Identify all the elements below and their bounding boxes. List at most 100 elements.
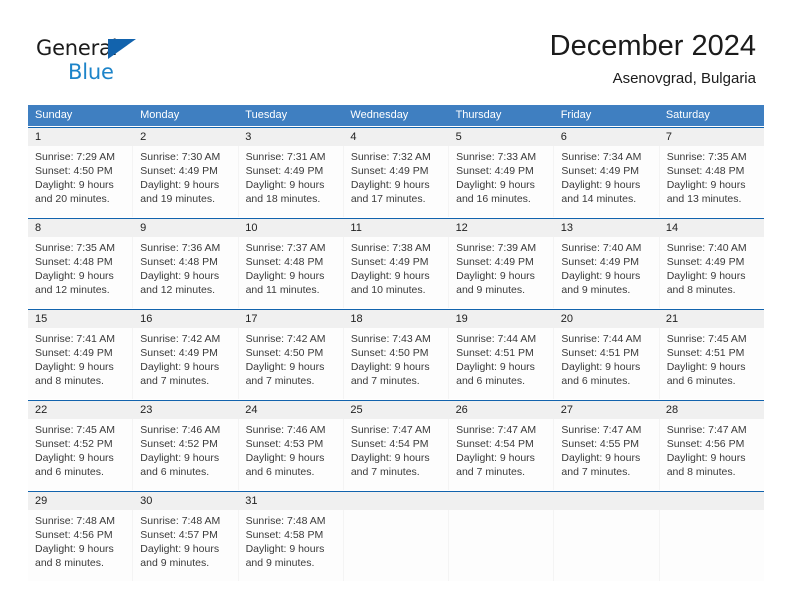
day-number[interactable]: 28 <box>659 401 764 419</box>
day-number[interactable]: 31 <box>238 492 343 510</box>
sunrise-text: Sunrise: 7:48 AM <box>245 515 326 527</box>
sunset-text: Sunset: 4:51 PM <box>561 347 640 359</box>
day-cell[interactable]: Sunrise: 7:30 AM Sunset: 4:49 PM Dayligh… <box>133 146 239 217</box>
day-cell[interactable]: Sunrise: 7:40 AM Sunset: 4:49 PM Dayligh… <box>660 237 764 308</box>
sunrise-text: Sunrise: 7:30 AM <box>140 151 221 163</box>
day-number[interactable]: 25 <box>343 401 448 419</box>
day-cell[interactable]: Sunrise: 7:35 AM Sunset: 4:48 PM Dayligh… <box>660 146 764 217</box>
day-cell[interactable]: Sunrise: 7:48 AM Sunset: 4:58 PM Dayligh… <box>239 510 344 581</box>
day-number[interactable]: 26 <box>449 401 554 419</box>
day-cell[interactable]: Sunrise: 7:46 AM Sunset: 4:53 PM Dayligh… <box>239 419 344 490</box>
day-cell-empty <box>554 510 660 581</box>
day-cell[interactable]: Sunrise: 7:32 AM Sunset: 4:49 PM Dayligh… <box>344 146 450 217</box>
day-cell[interactable]: Sunrise: 7:46 AM Sunset: 4:52 PM Dayligh… <box>133 419 239 490</box>
day-number[interactable]: 30 <box>133 492 238 510</box>
week-detail-strip: Sunrise: 7:41 AM Sunset: 4:49 PM Dayligh… <box>28 328 764 399</box>
day-cell[interactable]: Sunrise: 7:42 AM Sunset: 4:49 PM Dayligh… <box>133 328 239 399</box>
day-cell[interactable]: Sunrise: 7:38 AM Sunset: 4:49 PM Dayligh… <box>344 237 450 308</box>
day-cell[interactable]: Sunrise: 7:33 AM Sunset: 4:49 PM Dayligh… <box>449 146 555 217</box>
sunrise-text: Sunrise: 7:47 AM <box>666 424 747 436</box>
day-cell[interactable]: Sunrise: 7:44 AM Sunset: 4:51 PM Dayligh… <box>554 328 660 399</box>
day-number[interactable]: 2 <box>133 128 238 146</box>
day-cell[interactable]: Sunrise: 7:39 AM Sunset: 4:49 PM Dayligh… <box>449 237 555 308</box>
day-number[interactable]: 29 <box>28 492 133 510</box>
daylight-text-line1: Daylight: 9 hours <box>140 452 220 464</box>
day-cell[interactable]: Sunrise: 7:42 AM Sunset: 4:50 PM Dayligh… <box>239 328 344 399</box>
sunrise-text: Sunrise: 7:43 AM <box>350 333 431 345</box>
page-subtitle: Asenovgrad, Bulgaria <box>612 70 756 87</box>
day-number[interactable]: 17 <box>238 310 343 328</box>
day-cell[interactable]: Sunrise: 7:44 AM Sunset: 4:51 PM Dayligh… <box>449 328 555 399</box>
day-cell[interactable]: Sunrise: 7:31 AM Sunset: 4:49 PM Dayligh… <box>239 146 344 217</box>
day-number[interactable]: 9 <box>133 219 238 237</box>
day-number[interactable]: 24 <box>238 401 343 419</box>
day-number[interactable]: 14 <box>659 219 764 237</box>
day-number[interactable]: 4 <box>343 128 448 146</box>
day-number[interactable]: 6 <box>554 128 659 146</box>
week-row: 8 9 10 11 12 13 14 Sunrise: 7:35 AM Suns… <box>28 218 764 308</box>
day-number[interactable]: 23 <box>133 401 238 419</box>
day-cell[interactable]: Sunrise: 7:41 AM Sunset: 4:49 PM Dayligh… <box>28 328 134 399</box>
day-number[interactable]: 13 <box>554 219 659 237</box>
day-number[interactable]: 20 <box>554 310 659 328</box>
day-cell[interactable]: Sunrise: 7:34 AM Sunset: 4:49 PM Dayligh… <box>554 146 660 217</box>
daylight-text-line2: and 13 minutes. <box>666 193 742 205</box>
day-number[interactable]: 3 <box>238 128 343 146</box>
day-number[interactable]: 12 <box>449 219 554 237</box>
daylight-text-line2: and 6 minutes. <box>35 466 104 478</box>
day-cell[interactable]: Sunrise: 7:35 AM Sunset: 4:48 PM Dayligh… <box>28 237 134 308</box>
daylight-text-line2: and 9 minutes. <box>140 557 210 569</box>
day-number[interactable]: 5 <box>449 128 554 146</box>
sunrise-text: Sunrise: 7:33 AM <box>456 151 537 163</box>
sunrise-text: Sunrise: 7:44 AM <box>561 333 642 345</box>
day-number[interactable]: 27 <box>554 401 659 419</box>
daylight-text-line1: Daylight: 9 hours <box>35 543 114 555</box>
day-number[interactable]: 21 <box>659 310 764 328</box>
day-number[interactable]: 11 <box>343 219 448 237</box>
day-number[interactable]: 16 <box>133 310 238 328</box>
day-number[interactable]: 18 <box>343 310 448 328</box>
daylight-text-line1: Daylight: 9 hours <box>245 270 325 282</box>
daylight-text-line2: and 7 minutes. <box>456 466 526 478</box>
sunrise-text: Sunrise: 7:36 AM <box>140 242 221 254</box>
day-number[interactable]: 22 <box>28 401 133 419</box>
day-cell[interactable]: Sunrise: 7:29 AM Sunset: 4:50 PM Dayligh… <box>28 146 134 217</box>
day-cell[interactable]: Sunrise: 7:47 AM Sunset: 4:55 PM Dayligh… <box>554 419 660 490</box>
sunset-text: Sunset: 4:58 PM <box>245 529 324 541</box>
sunset-text: Sunset: 4:49 PM <box>140 347 218 359</box>
daylight-text-line2: and 6 minutes. <box>666 375 736 387</box>
daylight-text-line1: Daylight: 9 hours <box>456 452 535 464</box>
general-blue-logo[interactable]: General Blue <box>36 36 156 86</box>
day-cell[interactable]: Sunrise: 7:45 AM Sunset: 4:52 PM Dayligh… <box>28 419 134 490</box>
day-cell[interactable]: Sunrise: 7:43 AM Sunset: 4:50 PM Dayligh… <box>344 328 450 399</box>
day-cell[interactable]: Sunrise: 7:45 AM Sunset: 4:51 PM Dayligh… <box>660 328 764 399</box>
week-daynumber-strip: 1 2 3 4 5 6 7 <box>28 128 764 146</box>
day-cell[interactable]: Sunrise: 7:48 AM Sunset: 4:56 PM Dayligh… <box>28 510 134 581</box>
day-cell-empty <box>660 510 764 581</box>
day-cell[interactable]: Sunrise: 7:36 AM Sunset: 4:48 PM Dayligh… <box>133 237 239 308</box>
day-cell[interactable]: Sunrise: 7:37 AM Sunset: 4:48 PM Dayligh… <box>239 237 344 308</box>
day-cell[interactable]: Sunrise: 7:40 AM Sunset: 4:49 PM Dayligh… <box>554 237 660 308</box>
daylight-text-line2: and 8 minutes. <box>666 466 736 478</box>
sunset-text: Sunset: 4:50 PM <box>245 347 324 359</box>
day-number[interactable]: 19 <box>449 310 554 328</box>
sunrise-text: Sunrise: 7:38 AM <box>350 242 431 254</box>
sunset-text: Sunset: 4:52 PM <box>35 438 113 450</box>
day-number[interactable]: 10 <box>238 219 343 237</box>
day-cell[interactable]: Sunrise: 7:47 AM Sunset: 4:56 PM Dayligh… <box>660 419 764 490</box>
sunset-text: Sunset: 4:48 PM <box>140 256 218 268</box>
daylight-text-line1: Daylight: 9 hours <box>140 179 220 191</box>
day-number[interactable]: 1 <box>28 128 133 146</box>
daylight-text-line1: Daylight: 9 hours <box>350 270 430 282</box>
day-cell[interactable]: Sunrise: 7:47 AM Sunset: 4:54 PM Dayligh… <box>344 419 450 490</box>
day-cell[interactable]: Sunrise: 7:48 AM Sunset: 4:57 PM Dayligh… <box>133 510 239 581</box>
day-number[interactable]: 15 <box>28 310 133 328</box>
day-number[interactable]: 8 <box>28 219 133 237</box>
weekday-header-friday: Friday <box>560 109 592 121</box>
day-number[interactable]: 7 <box>659 128 764 146</box>
daylight-text-line1: Daylight: 9 hours <box>35 179 114 191</box>
day-number <box>449 492 554 510</box>
calendar-page: General Blue December 2024 Asenovgrad, B… <box>0 0 792 612</box>
sunrise-text: Sunrise: 7:42 AM <box>140 333 221 345</box>
day-cell[interactable]: Sunrise: 7:47 AM Sunset: 4:54 PM Dayligh… <box>449 419 555 490</box>
